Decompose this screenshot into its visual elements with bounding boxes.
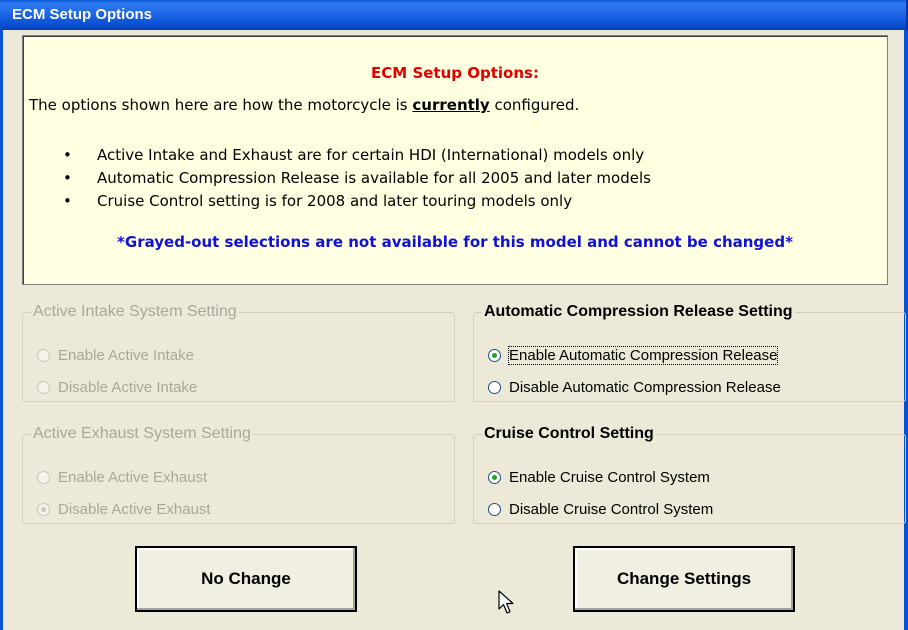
enable-exhaust-radio: Enable Active Exhaust [37,467,207,487]
radio-label[interactable]: Enable Automatic Compression Release [507,345,779,365]
radio-label: Enable Active Intake [58,346,194,364]
bullet-text: Cruise Control setting is for 2008 and l… [97,192,573,210]
title-bar: ECM Setup Options [0,0,908,30]
radio-label[interactable]: Disable Automatic Compression Release [509,379,781,396]
window-frame-left [0,30,3,630]
disable-intake-radio: Disable Active Intake [37,377,197,397]
compression-group: Automatic Compression Release Setting En… [473,303,906,402]
info-bullet: • Automatic Compression Release is availa… [63,167,651,190]
window-title: ECM Setup Options [12,6,152,23]
radio-circle-icon [37,348,50,362]
compression-legend: Automatic Compression Release Setting [484,303,793,320]
intro-emphasis: currently [412,96,490,114]
bullet-icon: • [63,192,72,210]
radio-label: Disable Active Exhaust [58,500,211,518]
enable-compression-radio[interactable]: Enable Automatic Compression Release [488,345,779,365]
radio-circle-icon [37,470,50,484]
change-settings-button[interactable]: Change Settings [573,546,795,612]
radio-checked-icon [37,502,50,516]
info-bullet-list: • Active Intake and Exhaust are for certa… [63,144,651,213]
intro-text-after: configured. [489,96,580,114]
info-bullet: • Active Intake and Exhaust are for certa… [63,144,651,167]
info-bullet: • Cruise Control setting is for 2008 and … [63,190,651,213]
bullet-icon: • [63,169,72,187]
disable-compression-radio[interactable]: Disable Automatic Compression Release [488,377,781,397]
radio-circle-icon[interactable] [488,380,501,394]
intro-text-before: The options shown here are how the motor… [29,96,413,114]
radio-circle-icon[interactable] [488,502,501,516]
disable-exhaust-radio: Disable Active Exhaust [37,499,211,519]
cruise-group: Cruise Control Setting Enable Cruise Con… [473,425,906,524]
radio-checked-icon[interactable] [488,470,501,484]
no-change-button[interactable]: No Change [135,546,357,612]
radio-circle-icon [37,380,50,394]
bullet-text: Automatic Compression Release is availab… [97,169,651,187]
exhaust-legend: Active Exhaust System Setting [33,425,251,442]
mouse-pointer-icon [498,590,514,614]
grayed-out-note: *Grayed-out selections are not available… [117,233,793,251]
radio-checked-icon[interactable] [488,348,501,362]
bullet-text: Active Intake and Exhaust are for certai… [97,146,645,164]
intake-legend: Active Intake System Setting [33,303,237,320]
disable-cruise-radio[interactable]: Disable Cruise Control System [488,499,713,519]
info-intro: The options shown here are how the motor… [29,96,579,114]
bullet-icon: • [63,146,72,164]
info-heading: ECM Setup Options: [371,64,539,82]
radio-label: Enable Active Exhaust [58,468,208,486]
exhaust-group: Active Exhaust System Setting Enable Act… [22,425,455,524]
radio-label: Disable Active Intake [58,378,198,396]
intake-group: Active Intake System Setting Enable Acti… [22,303,455,402]
enable-intake-radio: Enable Active Intake [37,345,194,365]
radio-label[interactable]: Disable Cruise Control System [509,501,713,518]
cruise-legend: Cruise Control Setting [484,425,654,442]
radio-label[interactable]: Enable Cruise Control System [509,469,710,486]
info-panel: ECM Setup Options: The options shown her… [22,35,888,285]
enable-cruise-radio[interactable]: Enable Cruise Control System [488,467,710,487]
